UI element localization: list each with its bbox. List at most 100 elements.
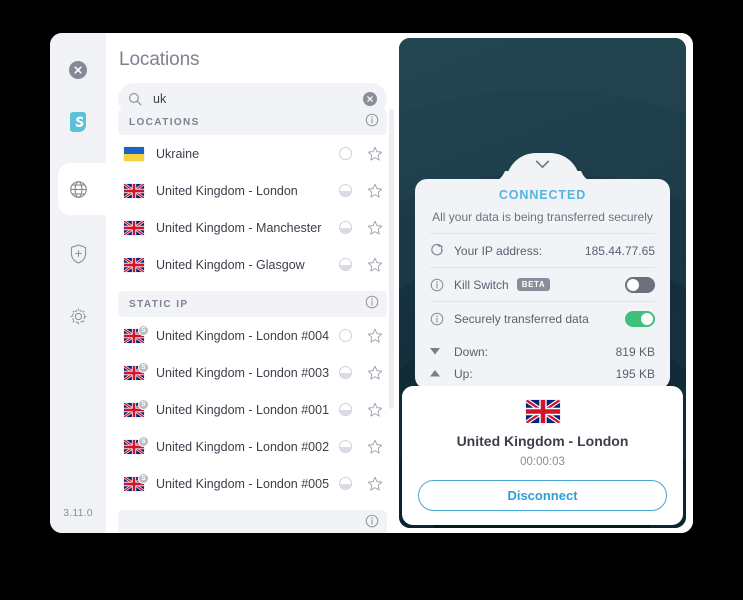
triangle-up-icon bbox=[430, 370, 454, 377]
stat-label-up: Up: bbox=[454, 366, 473, 381]
favorite-star-icon[interactable] bbox=[367, 402, 383, 418]
section-header-label: STATIC IP bbox=[129, 298, 189, 310]
section-header-label: LOCATIONS bbox=[129, 116, 200, 128]
info-icon[interactable] bbox=[365, 295, 379, 314]
flag-gb: S bbox=[123, 361, 149, 381]
static-ip-badge: S bbox=[138, 361, 149, 373]
static-ip-badge: S bbox=[138, 398, 149, 410]
favorite-star-icon[interactable] bbox=[367, 220, 383, 236]
location-row[interactable]: S United Kingdom - London #001 bbox=[118, 391, 387, 428]
close-button[interactable] bbox=[50, 47, 106, 93]
flag-ua bbox=[124, 146, 144, 161]
location-row[interactable]: S United Kingdom - London #003 bbox=[118, 354, 387, 391]
location-row[interactable]: United Kingdom - Glasgow bbox=[118, 246, 387, 283]
surfshark-logo-icon bbox=[70, 112, 86, 132]
detail-label-kill-switch: Kill Switch BETA bbox=[454, 278, 625, 292]
connection-card: CONNECTED All your data is being transfe… bbox=[399, 38, 686, 528]
location-label: United Kingdom - Manchester bbox=[156, 220, 322, 235]
location-label: United Kingdom - Glasgow bbox=[156, 257, 305, 272]
latency-indicator bbox=[339, 477, 352, 490]
triangle-down-icon bbox=[430, 348, 454, 355]
detail-row-secure-data: Securely transferred data bbox=[430, 301, 655, 335]
location-label: Ukraine bbox=[156, 146, 200, 161]
favorite-star-icon[interactable] bbox=[367, 476, 383, 492]
favorite-star-icon[interactable] bbox=[367, 257, 383, 273]
latency-indicator bbox=[339, 184, 352, 197]
toggle-knob bbox=[641, 312, 653, 325]
page-title: Locations bbox=[119, 49, 200, 70]
flag-gb: S bbox=[123, 472, 149, 492]
location-row[interactable]: S United Kingdom - London #002 bbox=[118, 428, 387, 465]
version-label: 3.11.0 bbox=[63, 507, 93, 519]
kill-switch-text: Kill Switch bbox=[454, 277, 509, 292]
static-ip-badge: S bbox=[138, 324, 149, 336]
location-row[interactable]: S United Kingdom - London #004 bbox=[118, 317, 387, 354]
sidebar-item-features[interactable] bbox=[50, 231, 106, 277]
favorite-star-icon[interactable] bbox=[367, 146, 383, 162]
detail-value-ip: 185.44.77.65 bbox=[584, 243, 655, 258]
location-row[interactable]: S United Kingdom - London #005 bbox=[118, 465, 387, 502]
current-connection-card: United Kingdom - London 00:00:03 Disconn… bbox=[402, 386, 683, 525]
latency-indicator bbox=[339, 258, 352, 271]
scrollbar[interactable] bbox=[389, 109, 394, 409]
latency-indicator bbox=[339, 440, 352, 453]
info-icon[interactable] bbox=[365, 514, 379, 533]
latency-indicator bbox=[339, 147, 352, 160]
stat-label-down: Down: bbox=[454, 344, 489, 359]
favorite-star-icon[interactable] bbox=[367, 183, 383, 199]
current-location-name: United Kingdom - London bbox=[456, 433, 629, 449]
location-label: United Kingdom - London #005 bbox=[156, 476, 330, 491]
section-header: STATIC IP bbox=[118, 291, 387, 317]
favorite-star-icon[interactable] bbox=[367, 439, 383, 455]
locations-list[interactable]: LOCATIONS Ukraine United Kingdom - London U… bbox=[106, 101, 399, 533]
globe-icon bbox=[69, 180, 87, 198]
stat-row-down: Down: 819 KB bbox=[430, 339, 655, 364]
app-logo bbox=[50, 99, 106, 145]
favorite-star-icon[interactable] bbox=[367, 328, 383, 344]
location-label: United Kingdom - London #004 bbox=[156, 328, 330, 343]
info-icon[interactable] bbox=[430, 278, 454, 292]
beta-badge: BETA bbox=[516, 278, 551, 291]
connection-details-panel: CONNECTED All your data is being transfe… bbox=[415, 153, 670, 389]
location-label: United Kingdom - London #003 bbox=[156, 365, 330, 380]
detail-row-ip: Your IP address: 185.44.77.65 bbox=[430, 233, 655, 267]
secure-data-toggle[interactable] bbox=[625, 310, 655, 327]
connection-timer: 00:00:03 bbox=[520, 456, 565, 468]
close-circle-icon bbox=[69, 61, 87, 79]
latency-indicator bbox=[339, 221, 352, 234]
static-ip-badge: S bbox=[138, 472, 149, 484]
location-label: United Kingdom - London bbox=[156, 183, 298, 198]
chevron-down-icon bbox=[535, 160, 550, 168]
detail-row-kill-switch: Kill Switch BETA bbox=[430, 267, 655, 301]
flag-gb: S bbox=[123, 324, 149, 344]
info-icon[interactable] bbox=[365, 113, 379, 132]
app-window: 3.11.0 Locations LOCATIONS Ukraine United … bbox=[50, 33, 693, 533]
flag-gb: S bbox=[123, 435, 149, 455]
latency-indicator bbox=[339, 366, 352, 379]
kill-switch-toggle[interactable] bbox=[625, 276, 655, 293]
location-label: United Kingdom - London #001 bbox=[156, 402, 330, 417]
stat-value-up: 195 KB bbox=[615, 366, 655, 381]
favorite-star-icon[interactable] bbox=[367, 365, 383, 381]
location-label: United Kingdom - London #002 bbox=[156, 439, 330, 454]
static-ip-badge: S bbox=[138, 435, 149, 447]
disconnect-button[interactable]: Disconnect bbox=[418, 480, 667, 511]
latency-indicator bbox=[339, 403, 352, 416]
detail-label-ip: Your IP address: bbox=[454, 243, 543, 258]
connection-pane: CONNECTED All your data is being transfe… bbox=[399, 33, 693, 533]
latency-indicator bbox=[339, 329, 352, 342]
share-arrow-icon bbox=[430, 243, 454, 258]
detail-label-secure-data: Securely transferred data bbox=[454, 311, 589, 326]
section-header: LOCATIONS bbox=[118, 109, 387, 135]
sidebar: 3.11.0 bbox=[50, 33, 106, 533]
stat-value-down: 819 KB bbox=[615, 344, 655, 359]
info-icon[interactable] bbox=[430, 312, 454, 326]
shield-plus-icon bbox=[70, 244, 86, 264]
flag-gb bbox=[123, 256, 145, 273]
location-row[interactable]: Ukraine bbox=[118, 135, 387, 172]
location-row[interactable]: United Kingdom - London bbox=[118, 172, 387, 209]
location-row[interactable]: United Kingdom - Manchester bbox=[118, 209, 387, 246]
flag-gb: S bbox=[123, 398, 149, 418]
sidebar-item-settings[interactable] bbox=[50, 293, 106, 339]
sidebar-item-locations[interactable] bbox=[50, 163, 106, 215]
